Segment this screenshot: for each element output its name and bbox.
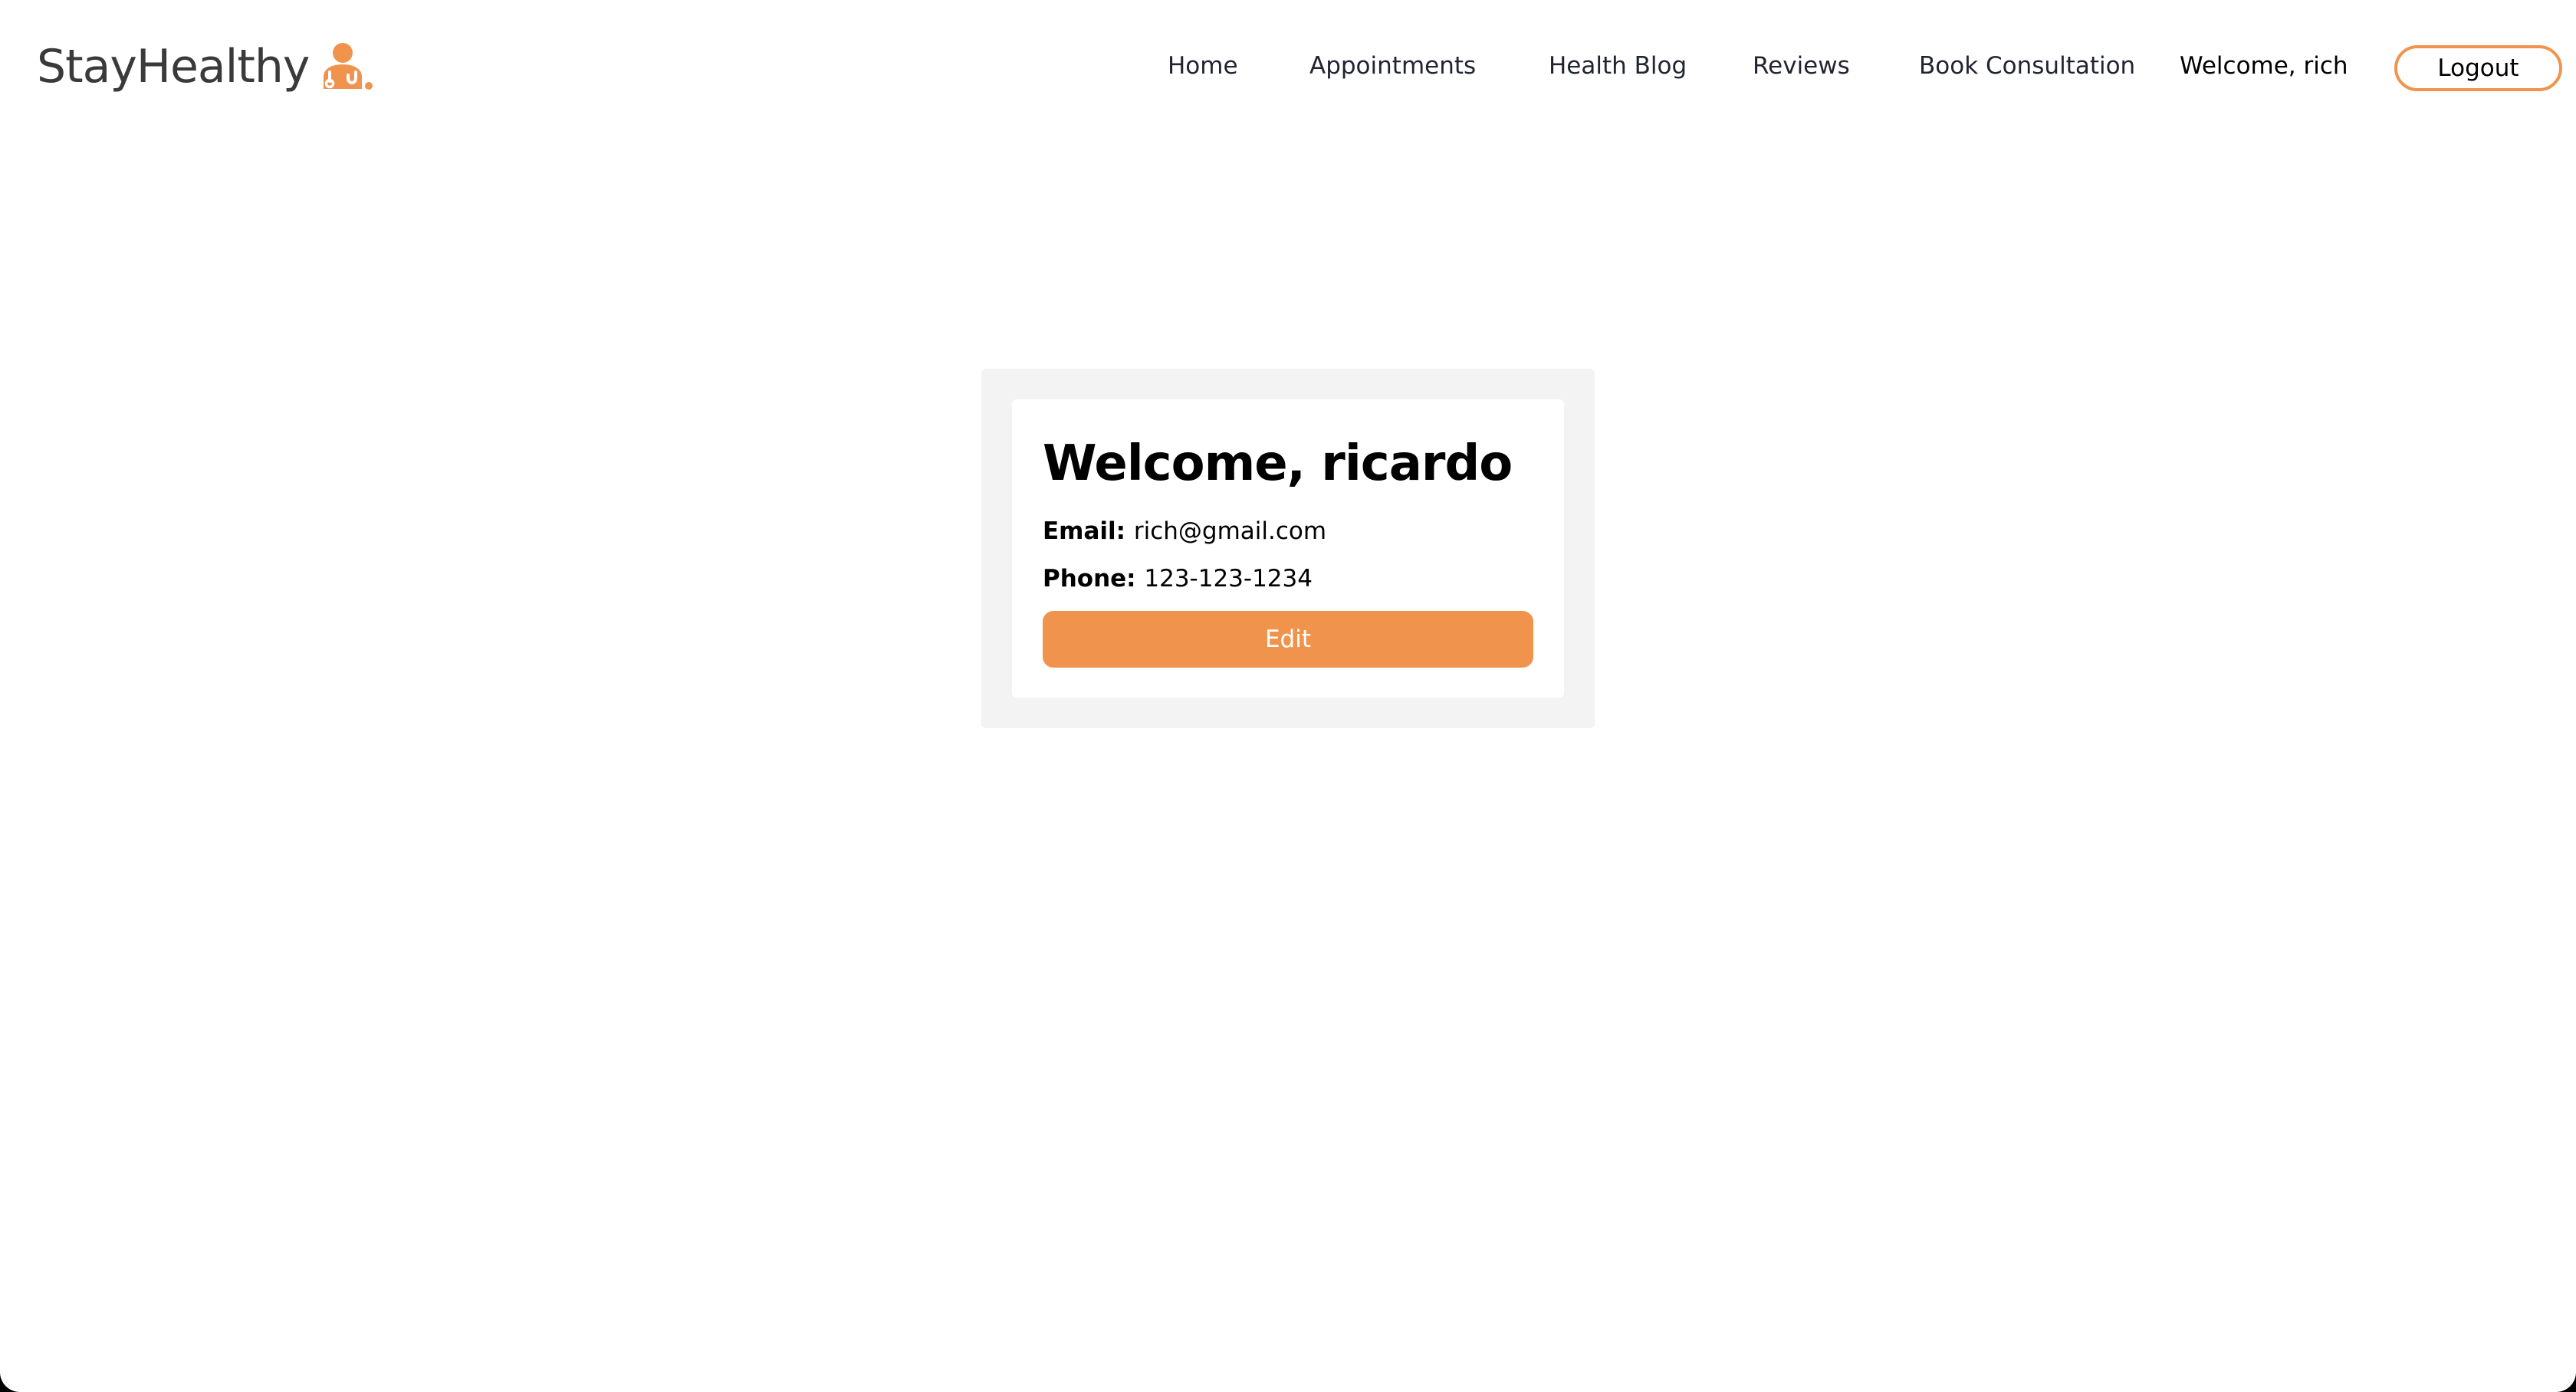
nav-link-appointments[interactable]: Appointments: [1309, 49, 1476, 83]
phone-label: Phone:: [1043, 565, 1145, 593]
nav-link-health-blog[interactable]: Health Blog: [1549, 49, 1687, 83]
page: StayHealthy Home Appointments Health Blo…: [0, 0, 2576, 1392]
profile-card: Welcome, ricardo Email: rich@gmail.com P…: [981, 369, 1595, 728]
nav-link-reviews[interactable]: Reviews: [1753, 49, 1850, 83]
profile-email-row: Email: rich@gmail.com: [1043, 514, 1326, 548]
logout-button[interactable]: Logout: [2394, 45, 2562, 91]
nav-link-book-consultation[interactable]: Book Consultation: [1919, 49, 2135, 83]
navbar: StayHealthy Home Appointments Health Blo…: [0, 0, 2576, 132]
nav-welcome-user: Welcome, rich: [2180, 52, 2348, 80]
profile-phone-row: Phone: 123-123-1234: [1043, 562, 1313, 596]
email-label: Email:: [1043, 517, 1134, 545]
profile-title: Welcome, ricardo: [1043, 435, 1513, 492]
nav-links: Home Appointments Health Blog Reviews Bo…: [0, 0, 2576, 132]
phone-value: 123-123-1234: [1144, 565, 1313, 593]
nav-link-home[interactable]: Home: [1168, 49, 1238, 83]
email-value: rich@gmail.com: [1133, 517, 1327, 545]
profile-card-content: Welcome, ricardo Email: rich@gmail.com P…: [1012, 399, 1564, 698]
edit-profile-button[interactable]: Edit: [1043, 611, 1533, 668]
